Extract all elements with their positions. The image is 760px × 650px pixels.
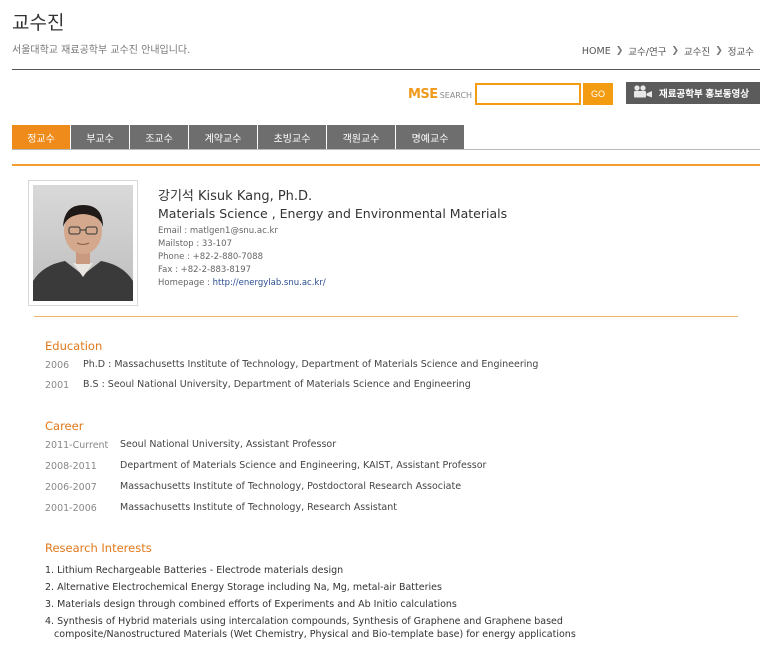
professor-phone: Phone : +82-2-880-7088 <box>158 252 264 262</box>
search-input[interactable] <box>475 83 582 105</box>
research-item: 4. Synthesis of Hybrid materials using i… <box>45 616 563 627</box>
professor-mailstop: Mailstop : 33-107 <box>158 239 232 249</box>
page-subtitle: 서울대학교 재료공학부 교수진 안내입니다. <box>12 45 191 56</box>
tab-invited-professor[interactable]: 초빙교수 <box>258 125 326 149</box>
promo-video-label: 재료공학부 홍보동영상 <box>659 89 750 100</box>
research-item: 2. Alternative Electrochemical Energy St… <box>45 582 442 593</box>
career-year: 2011-Current <box>45 440 109 451</box>
breadcrumb-faculty[interactable]: 교수진 <box>684 44 710 58</box>
professor-fax: Fax : +82-2-883-8197 <box>158 265 252 275</box>
tab-baseline <box>12 149 760 150</box>
search-go-button[interactable]: GO <box>583 83 614 105</box>
tab-emeritus-professor[interactable]: 명예교수 <box>396 125 464 149</box>
tab-associate-professor[interactable]: 부교수 <box>71 125 129 149</box>
education-entry: Ph.D : Massachusetts Institute of Techno… <box>83 359 539 370</box>
research-item-continued: composite/Nanostructured Materials (Wet … <box>45 629 576 640</box>
chevron-right-icon: ❯ <box>671 46 679 56</box>
video-camera-icon <box>633 85 653 101</box>
breadcrumb-professor[interactable]: 정교수 <box>728 44 754 58</box>
professor-photo <box>28 180 138 306</box>
tab-visiting-professor[interactable]: 객원교수 <box>327 125 395 149</box>
tab-contract-professor[interactable]: 계약교수 <box>189 125 257 149</box>
homepage-label: Homepage : <box>158 278 213 288</box>
career-entry: Department of Materials Science and Engi… <box>120 460 487 471</box>
research-item: 1. Lithium Rechargeable Batteries - Elec… <box>45 565 344 576</box>
research-title: Research Interests <box>45 541 152 555</box>
search-area: MSE SEARCH GO <box>408 83 614 105</box>
faculty-tabs: 정교수 부교수 조교수 계약교수 초빙교수 객원교수 명예교수 <box>12 125 465 149</box>
education-title: Education <box>45 339 103 353</box>
page-title: 교수진 <box>12 12 65 34</box>
breadcrumb: HOME ❯ 교수/연구 ❯ 교수진 ❯ 정교수 <box>582 44 754 59</box>
profile-divider <box>34 316 738 317</box>
chevron-right-icon: ❯ <box>715 46 723 56</box>
homepage-link[interactable]: http://energylab.snu.ac.kr/ <box>213 278 326 288</box>
content-top-divider <box>12 164 760 166</box>
education-year: 2006 <box>45 360 70 371</box>
chevron-right-icon: ❯ <box>615 46 624 56</box>
search-label: SEARCH <box>439 91 473 100</box>
career-entry: Massachusetts Institute of Technology, R… <box>120 502 397 513</box>
education-year: 2001 <box>45 380 70 391</box>
career-entry: Seoul National University, Assistant Pro… <box>120 439 337 450</box>
career-year: 2001-2006 <box>45 503 97 514</box>
professor-field: Materials Science , Energy and Environme… <box>158 206 508 221</box>
mse-logo: MSE <box>408 86 438 102</box>
professor-homepage: Homepage : http://energylab.snu.ac.kr/ <box>158 278 326 288</box>
professor-name: 강기석 Kisuk Kang, Ph.D. <box>158 189 313 204</box>
career-entry: Massachusetts Institute of Technology, P… <box>120 481 462 492</box>
research-item: 3. Materials design through combined eff… <box>45 599 457 610</box>
promo-video-button[interactable]: 재료공학부 홍보동영상 <box>626 82 760 104</box>
career-year: 2008-2011 <box>45 461 97 472</box>
tab-full-professor[interactable]: 정교수 <box>12 125 70 149</box>
career-year: 2006-2007 <box>45 482 97 493</box>
tab-assistant-professor[interactable]: 조교수 <box>130 125 188 149</box>
professor-email: Email : matlgen1@snu.ac.kr <box>158 226 278 236</box>
breadcrumb-home[interactable]: HOME <box>582 46 611 57</box>
breadcrumb-faculty-research[interactable]: 교수/연구 <box>628 44 666 58</box>
header-divider <box>12 69 760 70</box>
career-title: Career <box>45 419 84 433</box>
education-entry: B.S : Seoul National University, Departm… <box>83 379 471 390</box>
